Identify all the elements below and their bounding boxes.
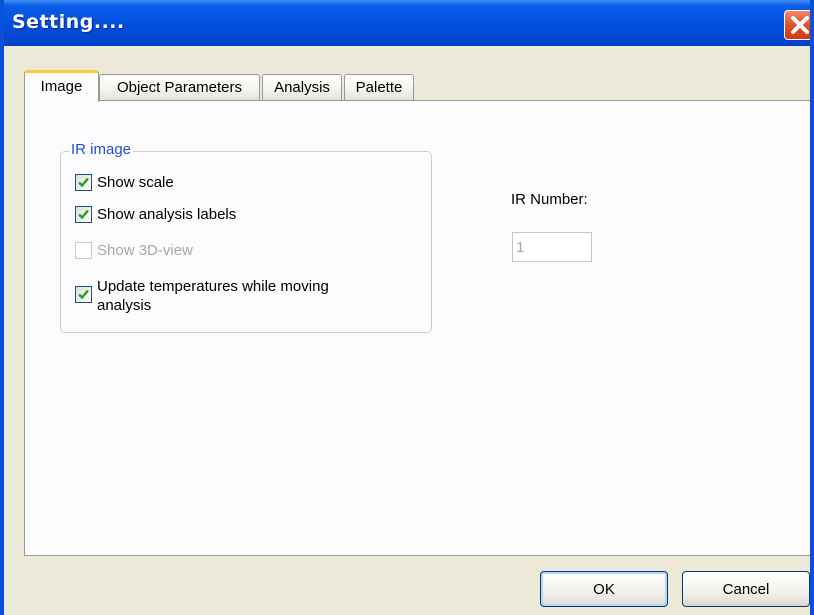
- close-icon: [791, 16, 809, 34]
- show-scale-checkbox[interactable]: [75, 174, 92, 191]
- tab-analysis-label: Analysis: [274, 79, 330, 96]
- ok-button[interactable]: OK: [540, 571, 668, 607]
- tab-object-parameters[interactable]: Object Parameters: [99, 74, 260, 100]
- tab-palette-label: Palette: [355, 79, 403, 96]
- show-analysis-labels-checkbox[interactable]: [75, 206, 92, 223]
- checkmark-icon: [78, 177, 89, 188]
- checkmark-icon: [78, 209, 89, 220]
- update-temperatures-label: Update temperatures while moving analysi…: [97, 278, 329, 314]
- tab-image[interactable]: Image: [24, 70, 99, 102]
- ir-number-input[interactable]: [512, 232, 592, 262]
- tab-image-label: Image: [40, 78, 83, 95]
- tab-analysis[interactable]: Analysis: [262, 74, 342, 100]
- ir-image-group-title: IR image: [69, 141, 134, 158]
- ir-image-group: IR image Show scale Show analysis labels: [60, 141, 432, 333]
- update-temperatures-checkbox[interactable]: [75, 286, 92, 303]
- dialog-title: Setting....: [12, 11, 125, 33]
- show-3d-view-label: Show 3D-view: [97, 242, 193, 259]
- checkmark-icon: [78, 289, 89, 300]
- tab-palette[interactable]: Palette: [344, 74, 414, 100]
- show-analysis-labels-label: Show analysis labels: [97, 206, 237, 223]
- ir-number-label: IR Number:: [511, 191, 588, 208]
- cancel-button[interactable]: Cancel: [682, 571, 810, 607]
- title-bar[interactable]: Setting....: [4, 0, 810, 46]
- tab-object-parameters-label: Object Parameters: [116, 79, 243, 96]
- show-3d-view-checkbox[interactable]: [75, 242, 92, 259]
- image-tab-panel: IR image Show scale Show analysis labels: [24, 100, 810, 556]
- settings-dialog: Setting.... Image Object Parameters Anal…: [0, 0, 814, 615]
- show-scale-label: Show scale: [97, 174, 174, 191]
- close-button[interactable]: [784, 10, 810, 40]
